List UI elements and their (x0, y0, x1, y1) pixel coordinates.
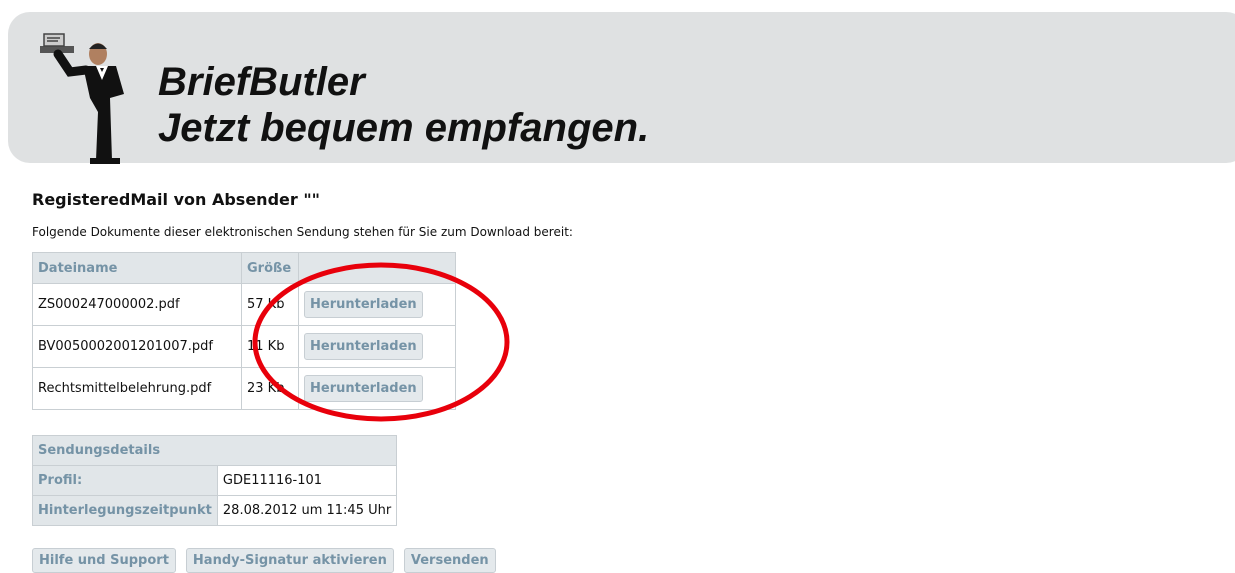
butler-logo-icon (40, 33, 124, 164)
table-row: BV0050002001201007.pdf 11 Kb Herunterlad… (32, 325, 456, 368)
header-banner: BriefButler Jetzt bequem empfangen. (8, 12, 1235, 164)
table-header-row: Dateiname Größe (32, 252, 456, 284)
download-button[interactable]: Herunterladen (304, 333, 423, 360)
column-header-filename: Dateiname (32, 252, 242, 284)
document-size: 23 Kb (241, 367, 299, 410)
document-size: 11 Kb (241, 325, 299, 368)
document-filename: ZS000247000002.pdf (32, 283, 242, 326)
shipment-details-table: Sendungsdetails Profil: GDE11116-101 Hin… (31, 435, 398, 526)
download-button[interactable]: Herunterladen (304, 291, 423, 318)
page-title: RegisteredMail von Absender "" (32, 190, 321, 209)
document-size: 57 Kb (241, 283, 299, 326)
footer-button-bar: Hilfe und Support Handy-Signatur aktivie… (32, 548, 496, 573)
details-row: Profil: GDE11116-101 (32, 465, 398, 496)
details-label-deposit-time: Hinterlegungszeitpunkt (32, 495, 218, 526)
activate-mobile-signature-button[interactable]: Handy-Signatur aktivieren (185, 548, 394, 573)
details-title: Sendungsdetails (31, 435, 398, 466)
documents-table: Dateiname Größe ZS000247000002.pdf 57 Kb… (32, 252, 456, 410)
send-button[interactable]: Versenden (403, 548, 496, 573)
download-button[interactable]: Herunterladen (304, 375, 423, 402)
column-header-size: Größe (241, 252, 299, 284)
help-support-button[interactable]: Hilfe und Support (32, 548, 176, 573)
intro-text: Folgende Dokumente dieser elektronischen… (32, 225, 573, 239)
column-header-action (298, 252, 456, 284)
details-value-profile: GDE11116-101 (216, 465, 398, 496)
details-value-deposit-time: 28.08.2012 um 11:45 Uhr (216, 495, 398, 526)
document-filename: Rechtsmittelbelehrung.pdf (32, 367, 242, 410)
details-label-profile: Profil: (32, 465, 218, 496)
document-filename: BV0050002001201007.pdf (32, 325, 242, 368)
table-row: Rechtsmittelbelehrung.pdf 23 Kb Herunter… (32, 367, 456, 410)
brand-tagline: Jetzt bequem empfangen. (158, 106, 650, 150)
details-row: Hinterlegungszeitpunkt 28.08.2012 um 11:… (32, 495, 398, 526)
details-header-row: Sendungsdetails (31, 435, 398, 466)
table-row: ZS000247000002.pdf 57 Kb Herunterladen (32, 283, 456, 326)
brand-title: BriefButler (158, 60, 365, 104)
